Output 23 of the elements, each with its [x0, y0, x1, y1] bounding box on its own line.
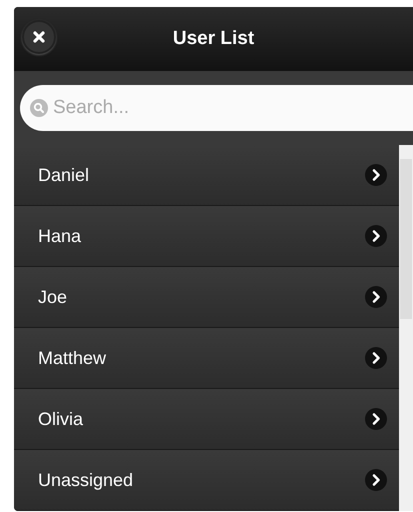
user-name: Joe [38, 286, 68, 308]
chevron-right-icon [365, 225, 387, 247]
search-field[interactable]: Search... [20, 84, 413, 131]
user-list-item[interactable]: Hana [14, 206, 399, 267]
user-name: Matthew [38, 348, 106, 368]
user-list-item[interactable]: Matthew [14, 328, 399, 389]
user-list-item[interactable]: Unassigned [14, 450, 399, 511]
user-name: Hana [38, 226, 82, 246]
chevron-right-icon [365, 469, 387, 491]
user-name: Daniel [38, 164, 90, 186]
close-icon [31, 29, 47, 45]
chevron-right-icon [365, 347, 387, 369]
chevron-right-icon [365, 164, 387, 186]
user-name: Olivia [38, 408, 84, 430]
chevron-right-icon [365, 286, 387, 308]
user-list-item[interactable]: Olivia [14, 389, 399, 450]
user-list-item[interactable]: Joe [14, 267, 399, 328]
header-title: User List [172, 28, 254, 50]
scrollbar[interactable] [399, 145, 413, 511]
user-list-item[interactable]: Daniel [14, 145, 399, 206]
close-button[interactable] [22, 20, 56, 54]
chevron-right-icon [365, 408, 387, 430]
user-name: Unassigned [38, 470, 134, 490]
